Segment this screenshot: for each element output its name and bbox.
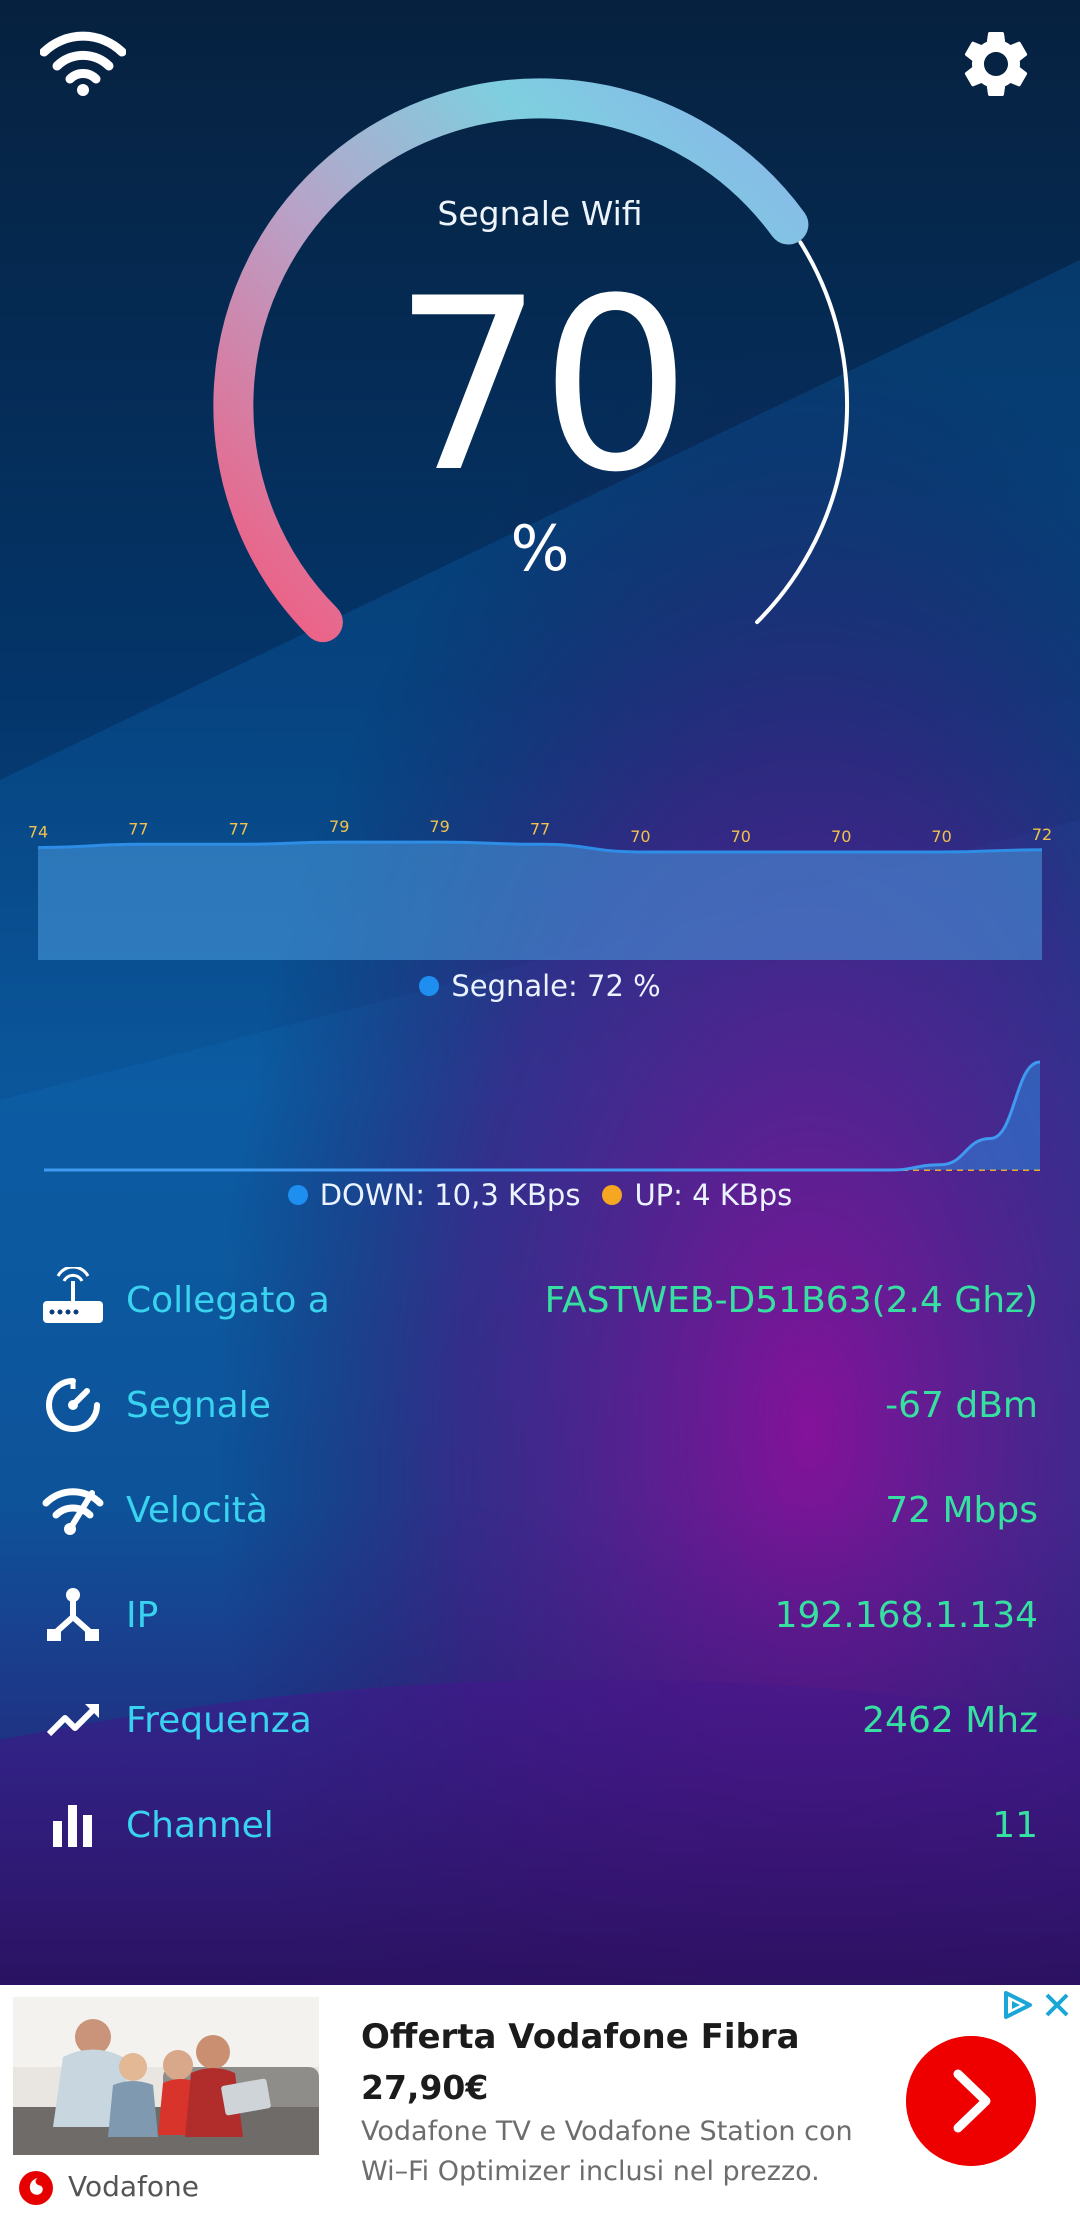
ad-title[interactable]: Offerta Vodafone Fibra [361,2017,800,2057]
info-value: -67 dBm [885,1384,1038,1426]
info-value: 72 Mbps [885,1489,1038,1531]
down-legend-label: DOWN: 10,3 KBps [319,1178,581,1212]
signal-chart-legend: Segnale: 72 % [0,969,1080,1003]
info-row-speed: Velocità 72 Mbps [40,1475,1038,1545]
traffic-chart-legend: DOWN: 10,3 KBps UP: 4 KBps [0,1178,1080,1212]
info-value: 192.168.1.134 [774,1594,1038,1636]
signal-data-label: 72 [1032,825,1052,844]
up-legend-dot [602,1185,623,1205]
info-label: Channel [126,1804,274,1846]
close-icon[interactable] [1042,1990,1072,2020]
speedometer-icon [40,1372,106,1438]
info-value: 11 [992,1804,1038,1846]
info-row-frequency: Frequenza 2462 Mhz [40,1685,1038,1755]
gauge-unit: % [510,512,570,585]
info-label: Velocità [126,1489,268,1531]
bar-chart-icon [40,1792,106,1858]
signal-data-label: 70 [630,827,650,846]
ad-description: Wi–Fi Optimizer inclusi nel prezzo. [361,2156,820,2187]
signal-data-label: 70 [831,827,851,846]
ad-description: Vodafone TV e Vodafone Station con [361,2116,853,2147]
info-label: Segnale [126,1384,271,1426]
signal-area [38,842,1042,960]
signal-data-label: 79 [329,817,349,836]
info-value: FASTWEB-D51B63(2.4 Ghz) [544,1279,1038,1321]
info-row-channel: Channel 11 [40,1790,1038,1860]
vodafone-logo [19,2171,53,2205]
info-row-signal: Segnale -67 dBm [40,1370,1038,1440]
info-value: 2462 Mhz [862,1699,1038,1741]
info-row-connected: Collegato a FASTWEB-D51B63(2.4 Ghz) [40,1265,1038,1335]
ad-family-image[interactable] [13,1997,319,2155]
signal-history-chart: 74 77 77 79 79 77 70 70 70 70 72 [28,817,1052,960]
down-area [44,1062,1040,1170]
info-label: Collegato a [126,1279,330,1321]
up-legend-label: UP: 4 KBps [634,1178,793,1212]
gauge-title: Segnale Wifi [437,194,643,233]
router-icon [40,1267,106,1333]
ad-price[interactable]: 27,90€ [361,2068,488,2107]
signal-data-label: 77 [229,819,249,838]
info-label: Frequenza [126,1699,312,1741]
signal-data-label: 70 [931,827,951,846]
network-icon [40,1582,106,1648]
signal-data-label: 74 [28,823,48,842]
gauge-value: 70 [392,248,692,525]
info-label: IP [126,1594,159,1636]
signal-data-label: 77 [530,819,550,838]
signal-data-label: 77 [128,819,148,838]
ad-cta-button[interactable] [906,2036,1036,2166]
traffic-chart [44,1060,1041,1172]
signal-data-label: 70 [731,827,751,846]
wifi-speed-icon [40,1477,106,1543]
ad-advertiser: Vodafone [68,2170,200,2203]
down-legend-dot [287,1185,308,1205]
down-series-line [44,1060,1041,1172]
ad-choices-icon[interactable] [1000,1990,1036,2020]
signal-legend-dot [419,976,440,996]
signal-data-label: 79 [429,817,449,836]
signal-legend-label: Segnale: 72 % [451,969,661,1003]
info-row-ip: IP 192.168.1.134 [40,1580,1038,1650]
trend-icon [40,1687,106,1753]
